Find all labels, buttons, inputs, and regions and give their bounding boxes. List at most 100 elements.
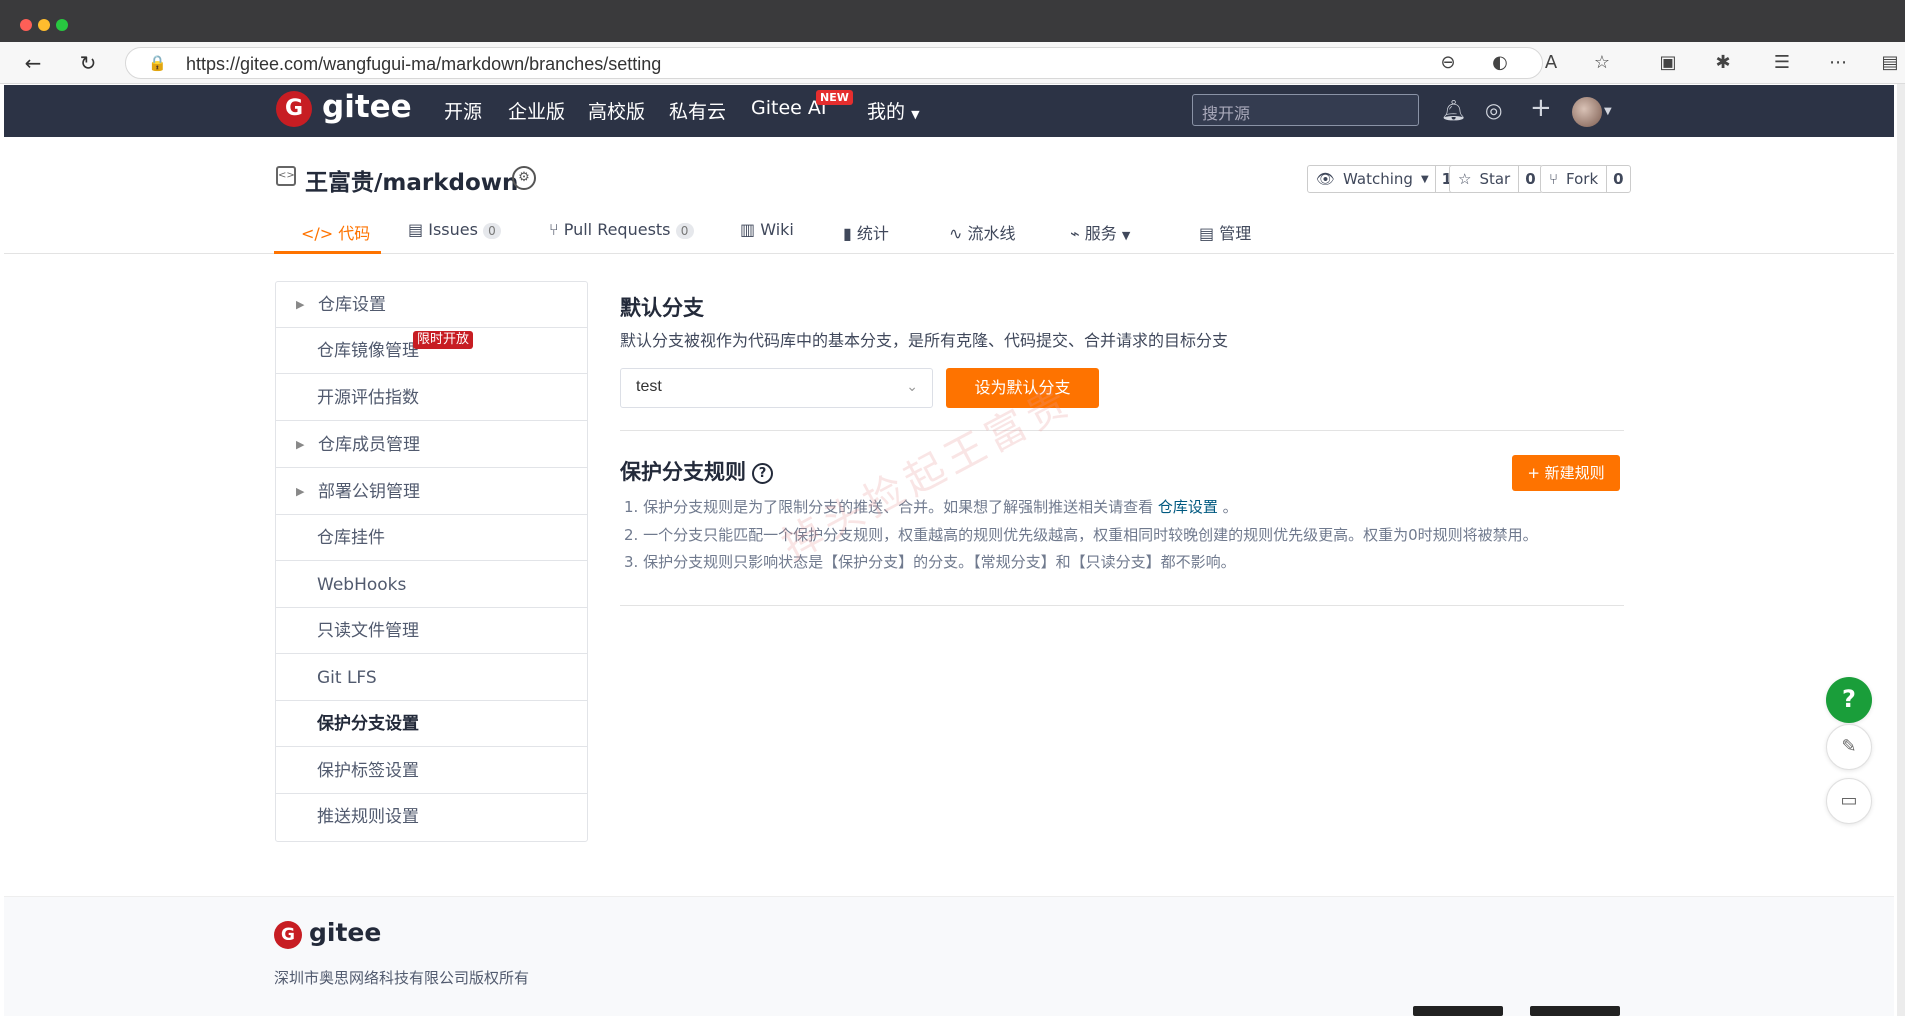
zoom-out-icon[interactable]: ⊖ bbox=[1434, 49, 1462, 77]
tracking-icon[interactable]: ◐ bbox=[1486, 49, 1514, 77]
repo-code-icon: <> bbox=[276, 166, 296, 186]
extensions-puzzle-icon[interactable]: ✱ bbox=[1709, 49, 1737, 77]
feedback-edit-icon[interactable]: ✎ bbox=[1826, 724, 1872, 770]
pr-count-badge: 0 bbox=[675, 223, 694, 239]
search-input[interactable]: 搜开源 bbox=[1192, 94, 1419, 126]
star-count[interactable]: 0 bbox=[1518, 166, 1541, 192]
bell-icon[interactable]: 🔔︎ bbox=[1441, 98, 1466, 122]
issues-count-badge: 0 bbox=[482, 223, 501, 239]
wiki-icon: ▥ bbox=[740, 220, 756, 239]
tab-services[interactable]: ⌁ 服务 ▼ bbox=[1070, 220, 1130, 244]
sidebar-item-repo-settings[interactable]: ▶ 仓库设置 bbox=[276, 282, 587, 328]
sidebar-item-members[interactable]: ▶ 仓库成员管理 bbox=[276, 422, 587, 468]
back-icon[interactable]: ← bbox=[20, 50, 46, 76]
lightbulb-icon[interactable]: ◎ bbox=[1485, 98, 1502, 122]
fork-icon: ⑂ bbox=[1549, 170, 1559, 188]
settings-sidebar: ▶ 仓库设置 仓库镜像管理 限时开放 开源评估指数 ▶ 仓库成员管理 ▶ 部署公钥管理 … bbox=[275, 281, 588, 842]
pull-request-icon: ⑂ bbox=[549, 220, 559, 239]
repo-title[interactable]: 王富贵/markdown bbox=[305, 163, 518, 197]
fork-button[interactable]: ⑂ Fork 0 bbox=[1540, 165, 1631, 193]
url-text: https://gitee.com/wangfugui-ma/markdown/… bbox=[186, 54, 662, 74]
sidebar-item-git-lfs[interactable]: Git LFS bbox=[276, 655, 587, 701]
sidebar-item-readonly-files[interactable]: 只读文件管理 bbox=[276, 608, 587, 654]
sidebar-item-protected-branches[interactable]: 保护分支设置 bbox=[276, 701, 587, 747]
tab-pull-requests[interactable]: ⑂ Pull Requests 0 bbox=[549, 220, 694, 239]
gitee-logo-text[interactable]: gitee bbox=[322, 89, 412, 125]
caret-down-icon: ▼ bbox=[911, 108, 920, 121]
repo-tabs: </> 代码 ▤ Issues 0 ⑂ Pull Requests 0 ▥ Wiki… bbox=[274, 208, 1624, 254]
star-button[interactable]: ☆ Star 0 bbox=[1449, 165, 1543, 193]
read-aloud-icon[interactable]: A bbox=[1537, 49, 1565, 77]
sidebar-toggle-icon[interactable]: ▤ bbox=[1876, 49, 1904, 77]
settings-gear-icon[interactable]: ⚙ bbox=[512, 166, 536, 190]
reload-icon[interactable]: ↻ bbox=[75, 50, 101, 76]
new-rule-button[interactable]: + 新建规则 bbox=[1512, 455, 1620, 491]
watching-label: Watching bbox=[1343, 170, 1413, 188]
tab-pr-label: Pull Requests bbox=[563, 220, 671, 239]
tab-code-label: 代码 bbox=[338, 224, 371, 243]
sidebar-item-label: Git LFS bbox=[317, 668, 377, 688]
nav-education[interactable]: 高校版 bbox=[588, 97, 645, 124]
sidebar-item-label: 保护标签设置 bbox=[317, 761, 419, 781]
sidebar-item-webhooks[interactable]: WebHooks bbox=[276, 562, 587, 608]
footer-gitee-logo-icon: G bbox=[274, 921, 302, 949]
watching-button[interactable]: 👁︎ Watching ▼ 1 bbox=[1307, 165, 1460, 193]
default-branch-description: 默认分支被视作为代码库中的基本分支，是所有克隆、代码提交、合并请求的目标分支 bbox=[620, 331, 1229, 350]
tab-stats[interactable]: ▮ 统计 bbox=[843, 220, 889, 244]
more-menu-icon[interactable]: ⋯ bbox=[1824, 49, 1852, 77]
sidebar-item-label: WebHooks bbox=[317, 575, 407, 595]
sidebar-item-widgets[interactable]: 仓库挂件 bbox=[276, 515, 587, 561]
branch-select[interactable]: test ⌄ bbox=[620, 368, 933, 408]
tab-pipeline[interactable]: ∿ 流水线 bbox=[949, 220, 1016, 244]
minimize-window-button[interactable] bbox=[38, 19, 50, 31]
zoom-window-button[interactable] bbox=[56, 19, 68, 31]
tab-services-label: 服务 bbox=[1084, 224, 1117, 243]
extension-app-icon[interactable]: ▣ bbox=[1654, 49, 1682, 77]
eye-icon: 👁︎ bbox=[1316, 170, 1336, 188]
nav-mine-label: 我的 bbox=[867, 101, 906, 123]
chat-icon[interactable]: ▭ bbox=[1826, 778, 1872, 824]
address-bar[interactable]: 🔒 https://gitee.com/wangfugui-ma/markdow… bbox=[125, 47, 1543, 79]
footer-cutoff-text bbox=[1530, 1006, 1620, 1016]
sidebar-item-protected-tags[interactable]: 保护标签设置 bbox=[276, 748, 587, 794]
pipeline-icon: ∿ bbox=[949, 224, 963, 243]
nav-enterprise[interactable]: 企业版 bbox=[508, 97, 565, 124]
active-tab-underline bbox=[274, 251, 381, 254]
scrollbar[interactable] bbox=[1897, 84, 1905, 1016]
help-icon[interactable]: ? bbox=[752, 462, 773, 484]
tab-wiki-label: Wiki bbox=[760, 220, 794, 239]
sidebar-item-label: 仓库设置 bbox=[318, 295, 386, 315]
gitee-logo-icon[interactable]: G bbox=[276, 91, 312, 127]
sidebar-item-push-rules[interactable]: 推送规则设置 bbox=[276, 794, 587, 840]
tab-manage-label: 管理 bbox=[1219, 224, 1252, 243]
fork-label: Fork bbox=[1566, 170, 1599, 188]
sidebar-item-label: 只读文件管理 bbox=[317, 621, 419, 641]
nav-open-source[interactable]: 开源 bbox=[444, 97, 482, 124]
fork-count[interactable]: 0 bbox=[1606, 166, 1629, 192]
sidebar-item-deploy-keys[interactable]: ▶ 部署公钥管理 bbox=[276, 469, 587, 515]
favorites-list-icon[interactable]: ☰ bbox=[1768, 49, 1796, 77]
tab-pipeline-label: 流水线 bbox=[967, 224, 1016, 243]
rule-1-suffix: 。 bbox=[1222, 498, 1238, 516]
sidebar-item-label: 仓库成员管理 bbox=[318, 435, 420, 455]
sidebar-item-label: 仓库镜像管理 bbox=[317, 341, 419, 361]
close-window-button[interactable] bbox=[20, 19, 32, 31]
nav-private-cloud[interactable]: 私有云 bbox=[669, 97, 726, 124]
tab-issues[interactable]: ▤ Issues 0 bbox=[408, 220, 501, 239]
repo-settings-link[interactable]: 仓库设置 bbox=[1158, 498, 1218, 516]
nav-mine-dropdown[interactable]: 我的 ▼ bbox=[867, 97, 920, 124]
plus-icon[interactable]: + bbox=[1530, 93, 1552, 123]
favorite-star-icon[interactable]: ☆ bbox=[1588, 49, 1616, 77]
window-titlebar bbox=[0, 0, 1905, 42]
code-icon: </> bbox=[301, 224, 334, 243]
watching-caret-icon: ▼ bbox=[1420, 173, 1429, 185]
tab-manage[interactable]: ▤ 管理 bbox=[1199, 220, 1251, 244]
sidebar-item-mirror[interactable]: 仓库镜像管理 限时开放 bbox=[276, 328, 587, 374]
sidebar-item-oss-index[interactable]: 开源评估指数 bbox=[276, 375, 587, 421]
protect-rules-title: 保护分支规则? bbox=[620, 456, 773, 486]
avatar-caret-icon[interactable]: ▼ bbox=[1604, 106, 1612, 117]
tab-wiki[interactable]: ▥ Wiki bbox=[740, 220, 794, 239]
help-float-button[interactable]: ? bbox=[1826, 677, 1872, 723]
avatar[interactable] bbox=[1572, 97, 1602, 127]
tab-code[interactable]: </> 代码 bbox=[301, 220, 370, 244]
